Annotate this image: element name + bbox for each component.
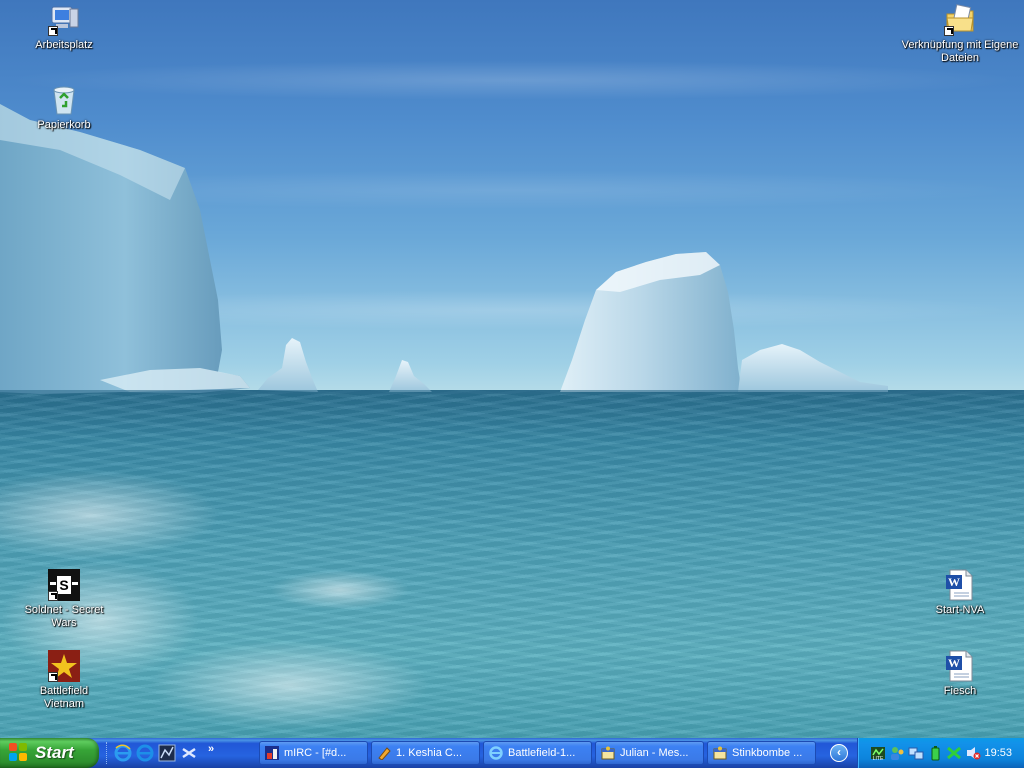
media-icon[interactable]: [158, 744, 176, 762]
task-button-stinkbombe[interactable]: Stinkbombe ...: [707, 741, 816, 765]
task-label: Battlefield-1...: [508, 747, 576, 759]
recycle-bin-icon: [48, 84, 80, 116]
task-label: mIRC - [#d...: [284, 747, 347, 759]
clock[interactable]: 19:53: [984, 747, 1012, 759]
internet-explorer-icon[interactable]: [136, 744, 154, 762]
desktop-icon-papierkorb[interactable]: Papierkorb: [19, 84, 109, 132]
network-icon[interactable]: [180, 744, 198, 762]
desktop-icon-fiesch[interactable]: W Fiesch: [915, 650, 1005, 698]
quicklaunch-overflow-chevron[interactable]: »: [208, 743, 214, 755]
start-button[interactable]: Start: [0, 738, 99, 768]
mirc-icon: [265, 746, 279, 760]
svg-text:LITE: LITE: [873, 756, 884, 761]
svg-text:S: S: [59, 577, 68, 593]
desktop-icon-label: Verknüpfung mit Eigene Dateien: [901, 39, 1019, 64]
quick-launch: »: [106, 742, 214, 764]
shortcut-arrow-icon: [48, 672, 58, 682]
word-document-icon: W: [944, 569, 976, 601]
messenger-window-icon: [713, 746, 727, 760]
desktop-icon-label: Battlefield Vietnam: [39, 685, 89, 710]
battery-icon[interactable]: [927, 745, 943, 761]
shortcut-arrow-icon: [944, 26, 954, 36]
desktop-icon-soldnet[interactable]: S Soldnet - Secret Wars: [19, 569, 109, 630]
my-documents-folder-icon: [944, 4, 976, 36]
x-app-icon[interactable]: [946, 745, 962, 761]
desktop-icon-start-nva[interactable]: W Start-NVA: [915, 569, 1005, 617]
toolbar-grip[interactable]: [106, 742, 110, 764]
desktop-icon-eigene-dateien[interactable]: Verknüpfung mit Eigene Dateien: [900, 4, 1020, 65]
desktop-icon-label: Fiesch: [943, 685, 977, 697]
messenger-window-icon: [601, 746, 615, 760]
task-label: Stinkbombe ...: [732, 747, 803, 759]
desktop-icon-label: Soldnet - Secret Wars: [24, 604, 104, 629]
desktop-icon-battlefield-vietnam[interactable]: Battlefield Vietnam: [19, 650, 109, 711]
task-button-mirc[interactable]: mIRC - [#d...: [259, 741, 368, 765]
my-computer-icon: [48, 4, 80, 36]
network-connection-icon[interactable]: [908, 745, 924, 761]
taskbar: Start » mIRC - [#d... 1. Keshia C... Bat…: [0, 738, 1024, 768]
desktop-icon-label: Papierkorb: [37, 119, 91, 131]
distant-spire: [258, 338, 318, 392]
svg-text:W: W: [948, 575, 960, 589]
battlefield-vietnam-icon: [48, 650, 80, 682]
far-iceberg: [738, 344, 888, 392]
lite-app-icon[interactable]: LITE: [870, 745, 886, 762]
task-button-winamp[interactable]: 1. Keshia C...: [371, 741, 480, 765]
word-document-icon: W: [944, 650, 976, 682]
shortcut-arrow-icon: [48, 26, 58, 36]
desktop-icon-arbeitsplatz[interactable]: Arbeitsplatz: [19, 4, 109, 52]
task-buttons: mIRC - [#d... 1. Keshia C... Battlefield…: [259, 741, 816, 765]
windows-logo-icon: [9, 743, 29, 763]
shortcut-arrow-icon: [48, 591, 58, 601]
system-tray: LITE 19:53: [857, 738, 1024, 768]
task-label: 1. Keshia C...: [396, 747, 463, 759]
user-icon[interactable]: [889, 745, 905, 761]
iceberg-scene: [0, 104, 1024, 394]
internet-explorer-icon: [489, 746, 503, 760]
desktop-wallpaper: [0, 0, 1024, 738]
volume-muted-icon[interactable]: [965, 745, 981, 761]
task-button-julian[interactable]: Julian - Mes...: [595, 741, 704, 765]
distant-spire: [389, 360, 432, 392]
start-label: Start: [35, 743, 74, 762]
svg-text:W: W: [948, 656, 960, 670]
desktop-icon-label: Start-NVA: [935, 604, 985, 616]
desktop-icon-label: Arbeitsplatz: [35, 39, 93, 51]
winamp-icon: [377, 746, 391, 761]
task-button-battlefield[interactable]: Battlefield-1...: [483, 741, 592, 765]
internet-explorer-icon[interactable]: [114, 744, 132, 762]
soldnet-game-icon: S: [48, 569, 80, 601]
tray-expand-button[interactable]: ‹: [830, 744, 848, 762]
task-label: Julian - Mes...: [620, 747, 689, 759]
